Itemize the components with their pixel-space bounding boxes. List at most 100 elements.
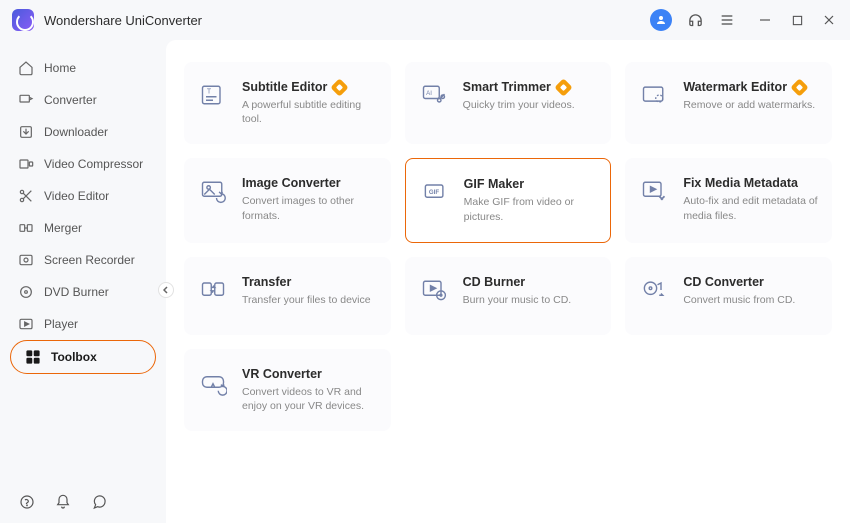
tool-card-icon: GIF [420, 177, 450, 207]
sidebar-icon [18, 188, 34, 204]
chat-icon [91, 494, 107, 510]
tool-card-vr-converter[interactable]: VR ConverterConvert videos to VR and enj… [184, 349, 391, 431]
home-icon [18, 60, 34, 76]
premium-badge-icon [554, 78, 572, 96]
tool-card-cd-burner[interactable]: CD BurnerBurn your music to CD. [405, 257, 612, 335]
sidebar-item-label: Player [44, 317, 78, 331]
metadata-icon [640, 177, 668, 205]
tool-grid: T Subtitle Editor A powerful subtitle edit… [184, 62, 832, 431]
sidebar-item-player[interactable]: Player [0, 308, 166, 340]
gif-icon: GIF [421, 178, 449, 206]
tool-card-icon [639, 275, 669, 305]
main-area: Home Converter DownloaderVideo Compressor V… [0, 40, 850, 523]
maximize-icon [792, 15, 803, 26]
tool-card-smart-trimmer[interactable]: AI Smart TrimmerQuicky trim your videos. [405, 62, 612, 144]
download-icon [18, 124, 34, 140]
support-button[interactable] [686, 11, 704, 29]
tool-card-title-row: CD Converter [683, 275, 818, 289]
svg-text:GIF: GIF [429, 189, 439, 196]
tool-card-subtitle-editor[interactable]: T Subtitle Editor A powerful subtitle edit… [184, 62, 391, 144]
image-icon [199, 177, 227, 205]
sidebar-item-downloader[interactable]: Downloader [0, 116, 166, 148]
sidebar-item-toolbox[interactable]: Toolbox [10, 340, 156, 374]
tool-card-icon [198, 275, 228, 305]
tool-card-title: GIF Maker [464, 177, 524, 191]
tool-card-body: VR ConverterConvert videos to VR and enj… [242, 367, 377, 413]
window-controls [756, 11, 838, 29]
sidebar-item-video-compressor[interactable]: Video Compressor [0, 148, 166, 180]
close-icon [823, 14, 835, 26]
play-icon [18, 316, 34, 332]
notifications-button[interactable] [54, 493, 72, 511]
tool-card-body: GIF MakerMake GIF from video or pictures… [464, 177, 597, 223]
help-button[interactable] [18, 493, 36, 511]
trimmer-icon: AI [420, 81, 448, 109]
tool-card-desc: Burn your music to CD. [463, 293, 598, 307]
toolbox-icon [25, 349, 41, 365]
sidebar-item-label: Converter [44, 93, 97, 107]
tool-card-cd-converter[interactable]: CD ConverterConvert music from CD. [625, 257, 832, 335]
tool-card-icon [419, 275, 449, 305]
tool-card-body: Watermark EditorRemove or add watermarks… [683, 80, 818, 126]
svg-text:T: T [207, 88, 212, 95]
app-logo [12, 9, 34, 31]
account-button[interactable] [650, 9, 672, 31]
tool-card-image-converter[interactable]: Image ConverterConvert images to other f… [184, 158, 391, 242]
minimize-button[interactable] [756, 11, 774, 29]
sidebar-icon [18, 92, 34, 108]
sidebar-item-label: Video Editor [44, 189, 109, 203]
close-button[interactable] [820, 11, 838, 29]
vr-icon [199, 368, 227, 396]
tool-card-icon [198, 176, 228, 206]
tool-card-title-row: Image Converter [242, 176, 377, 190]
record-icon [18, 252, 34, 268]
tool-card-body: Transfer Transfer your files to device [242, 275, 377, 317]
tool-card-gif-maker[interactable]: GIF GIF MakerMake GIF from video or pictu… [405, 158, 612, 242]
tool-card-title-row: Subtitle Editor [242, 80, 377, 94]
svg-text:AI: AI [426, 90, 432, 97]
tool-card-desc: Transfer your files to device [242, 293, 377, 307]
hamburger-icon [719, 12, 735, 28]
tool-card-title-row: VR Converter [242, 367, 377, 381]
sidebar-item-merger[interactable]: Merger [0, 212, 166, 244]
sidebar-icon [18, 284, 34, 300]
tool-card-transfer[interactable]: Transfer Transfer your files to device [184, 257, 391, 335]
feedback-button[interactable] [90, 493, 108, 511]
converter-icon [18, 92, 34, 108]
cdburn-icon [420, 276, 448, 304]
sidebar-item-label: DVD Burner [44, 285, 109, 299]
sidebar-item-home[interactable]: Home [0, 52, 166, 84]
sidebar-item-converter[interactable]: Converter [0, 84, 166, 116]
tool-card-title-row: Transfer [242, 275, 377, 289]
tool-card-body: Smart TrimmerQuicky trim your videos. [463, 80, 598, 126]
menu-button[interactable] [718, 11, 736, 29]
minimize-icon [759, 14, 771, 26]
tool-card-fix-media-metadata[interactable]: Fix Media MetadataAuto-fix and edit meta… [625, 158, 832, 242]
chevron-left-icon [163, 286, 169, 294]
subtitle-icon: T [199, 81, 227, 109]
tool-card-desc: Remove or add watermarks. [683, 98, 818, 112]
sidebar-item-screen-recorder[interactable]: Screen Recorder [0, 244, 166, 276]
sidebar-footer [0, 481, 166, 523]
tool-card-body: Subtitle Editor A powerful subtitle editi… [242, 80, 377, 126]
tool-card-desc: A powerful subtitle editing tool. [242, 98, 377, 126]
merge-icon [18, 220, 34, 236]
tool-card-icon: AI [419, 80, 449, 110]
tool-card-icon [639, 176, 669, 206]
tool-card-body: Fix Media MetadataAuto-fix and edit meta… [683, 176, 818, 224]
sidebar-item-video-editor[interactable]: Video Editor [0, 180, 166, 212]
maximize-button[interactable] [788, 11, 806, 29]
sidebar-item-label: Toolbox [51, 350, 97, 364]
compress-icon [18, 156, 34, 172]
sidebar-icon [18, 60, 34, 76]
sidebar-icon [18, 156, 34, 172]
titlebar: Wondershare UniConverter [0, 0, 850, 40]
tool-card-body: CD ConverterConvert music from CD. [683, 275, 818, 317]
tool-card-title-row: Smart Trimmer [463, 80, 598, 94]
sidebar-icon [25, 349, 41, 365]
sidebar-item-dvd-burner[interactable]: DVD Burner [0, 276, 166, 308]
sidebar-collapse-button[interactable] [158, 282, 174, 298]
tool-card-title: Image Converter [242, 176, 341, 190]
tool-card-watermark-editor[interactable]: Watermark EditorRemove or add watermarks… [625, 62, 832, 144]
watermark-icon [640, 81, 668, 109]
